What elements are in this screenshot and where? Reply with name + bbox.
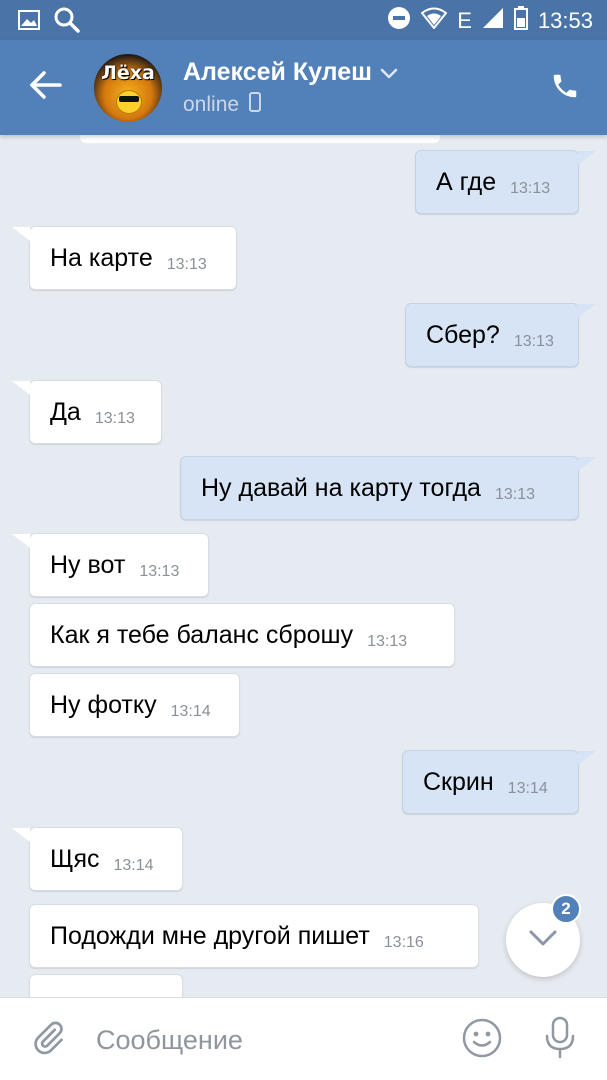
message-composer [0,997,607,1080]
message-time: 13:14 [170,703,211,720]
message-incoming-partial[interactable] [29,974,183,997]
smiley-icon [462,1018,502,1063]
message-text: На карте [50,243,153,272]
message-incoming[interactable]: Щяс 13:14 [29,827,183,891]
message-input[interactable] [96,1018,436,1062]
bubble-tail [578,457,596,471]
bubble-tail [12,828,30,842]
previous-message-edge [80,135,440,143]
message-time: 13:13 [367,633,408,650]
bubble-tail [12,227,30,241]
message-incoming[interactable]: На карте 13:13 [29,226,237,290]
bubble-tail [12,534,30,548]
back-button[interactable] [26,67,66,107]
message-incoming[interactable]: Ну фотку 13:14 [29,673,240,737]
bubble-tail [578,751,596,765]
contact-name: Алексей Кулеш [183,58,372,86]
bubble-tail [578,304,596,318]
online-status: online [183,93,240,116]
message-text: Ну фотку [50,690,157,719]
network-type-label: E [457,8,472,33]
search-status-icon [54,7,80,38]
message-text: Щяс [50,844,100,873]
message-time: 13:13 [494,486,535,503]
chevron-down-icon [380,58,398,87]
message-outgoing[interactable]: Ну давай на карту тогда 13:13 [180,456,579,520]
message-text: Да [50,397,81,426]
avatar[interactable]: Лёха [94,54,162,122]
message-outgoing[interactable]: А где 13:13 [415,150,579,214]
bubble-tail [12,381,30,395]
chevron-down-icon [528,929,558,952]
message-incoming[interactable]: Ну вот 13:13 [29,533,209,597]
message-text: А где [436,167,497,196]
attach-button[interactable] [26,1018,70,1062]
message-list[interactable]: А где 13:13 На карте 13:13 Сбер? 13:13 Д… [0,135,607,997]
gallery-icon [18,10,40,35]
battery-icon [513,6,528,36]
message-time: 13:16 [383,934,424,951]
status-bar: E 13:53 [0,0,607,40]
paperclip-icon [30,1019,66,1062]
bubble-tail [578,151,596,165]
message-incoming[interactable]: Да 13:13 [29,380,162,444]
avatar-face [116,90,142,114]
phone-icon [550,71,580,106]
message-text: Сбер? [426,320,500,349]
message-incoming[interactable]: Подожди мне другой пишет 13:16 [29,904,479,968]
message-time: 13:14 [113,857,154,874]
message-time: 13:13 [139,563,180,580]
microphone-icon [543,1016,577,1065]
contact-name-button[interactable]: Алексей Кулеш [183,58,398,87]
message-time: 13:14 [507,780,548,797]
message-time: 13:13 [94,410,135,427]
message-outgoing[interactable]: Скрин 13:14 [402,750,579,814]
avatar-text: Лёха [101,62,155,84]
do-not-disturb-icon [387,6,411,36]
mobile-device-icon [249,92,262,118]
message-incoming[interactable]: Как я тебе баланс сброшу 13:13 [29,603,455,667]
message-outgoing[interactable]: Сбер? 13:13 [405,303,579,367]
avatar-glasses [119,96,139,102]
chat-header: Лёха Алексей Кулеш online [0,40,607,135]
unread-count-badge: 2 [551,894,581,924]
emoji-button[interactable] [460,1018,504,1062]
message-text: Скрин [423,767,494,796]
message-text: Ну давай на карту тогда [201,473,481,502]
signal-icon [482,7,504,35]
message-text: Как я тебе баланс сброшу [50,620,354,649]
arrow-left-icon [29,70,63,105]
message-text: Ну вот [50,550,126,579]
message-text: Подожди мне другой пишет [50,921,370,950]
wifi-icon [420,7,448,35]
message-time: 13:13 [166,256,207,273]
message-time: 13:13 [513,333,554,350]
contact-status: online [183,92,262,118]
voice-message-button[interactable] [538,1016,582,1064]
call-button[interactable] [545,68,585,108]
message-time: 13:13 [510,180,551,197]
status-time: 13:53 [537,8,593,33]
